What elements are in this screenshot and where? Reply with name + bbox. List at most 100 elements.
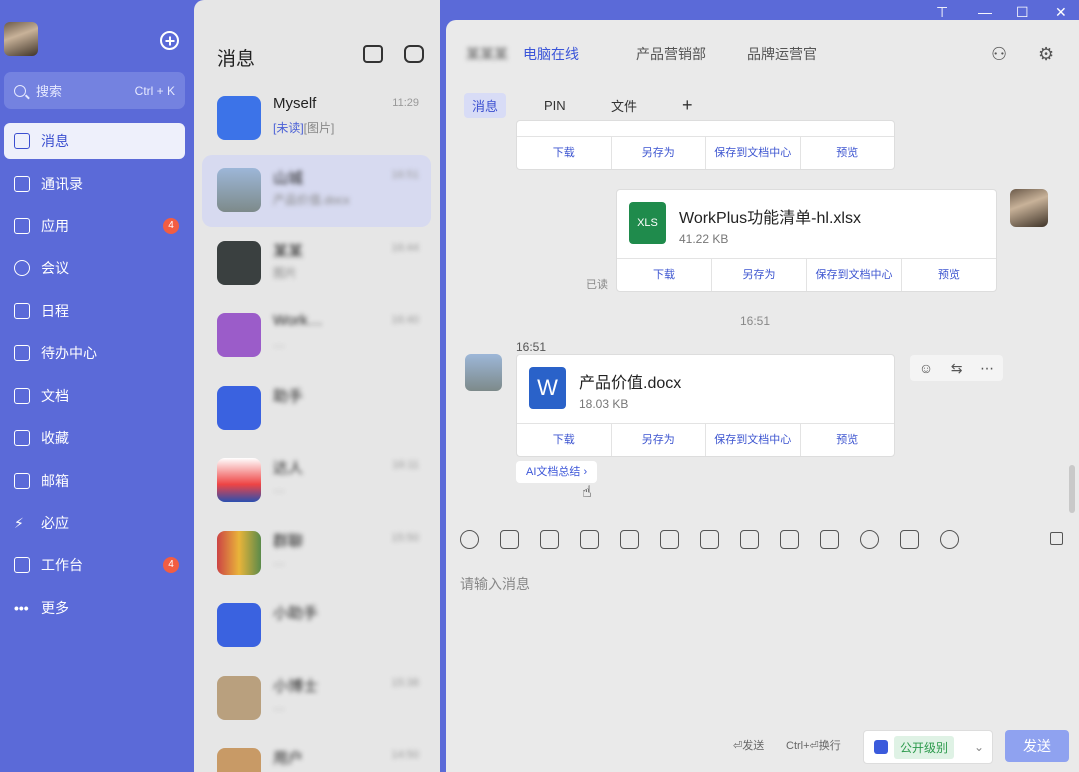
apps-icon (14, 218, 30, 234)
sidebar-item-mail[interactable]: 邮箱 (4, 463, 185, 499)
save-to-docs-button[interactable]: 保存到文档中心 (807, 259, 902, 291)
file-card-docx[interactable]: W 产品价值.docx 18.03 KB 下载 另存为 保存到文档中心 预览 (516, 354, 895, 457)
preview-button[interactable]: 预览 (801, 137, 895, 169)
conv-preview: 图片 (273, 266, 298, 280)
list-item[interactable]: 山城 16:51 产品价值.docx (202, 155, 431, 227)
list-item[interactable]: 某某 16:44 图片 (202, 228, 431, 300)
conv-name: Myself (273, 95, 317, 112)
send-button[interactable]: 发送 (1005, 730, 1069, 762)
list-item[interactable]: 小博士 15:38 … (202, 663, 431, 735)
lightning-icon[interactable] (620, 530, 639, 549)
fire-icon[interactable] (860, 530, 879, 549)
contacts-icon (14, 176, 30, 192)
user-avatar[interactable] (4, 22, 38, 56)
list-item[interactable]: Myself 11:29 [未读][图片] (202, 83, 431, 155)
list-item[interactable]: 达人 16:11 … (202, 445, 431, 517)
conv-preview: … (273, 336, 285, 350)
save-as-button[interactable]: 另存为 (612, 424, 706, 456)
maximize-icon[interactable]: ☐ (1016, 4, 1029, 21)
sidebar-item-todo[interactable]: 待办中心 (4, 335, 185, 371)
ai-summary-label: AI文档总结 (526, 466, 581, 478)
minimize-icon[interactable]: — (978, 4, 992, 20)
ai-summary-button[interactable]: AI文档总结 › (516, 461, 598, 483)
folder-icon[interactable] (540, 530, 559, 549)
sidebar-item-bing[interactable]: ⚡ 必应 (4, 505, 185, 541)
sidebar-item-more[interactable]: ••• 更多 (4, 590, 185, 626)
message-input[interactable]: 请输入消息 (460, 574, 530, 594)
sidebar-label: 待办中心 (41, 345, 97, 361)
download-button[interactable]: 下载 (517, 424, 612, 456)
list-item[interactable]: Work… 16:40 … (202, 300, 431, 372)
sidebar-item-meeting[interactable]: 会议 (4, 250, 185, 286)
save-as-button[interactable]: 另存为 (612, 137, 706, 169)
screen-share-icon[interactable] (363, 45, 383, 63)
screen-share-icon[interactable] (820, 530, 839, 549)
sidebar-item-apps[interactable]: 应用 4 (4, 208, 185, 244)
plus-icon[interactable] (160, 31, 179, 50)
avatar (217, 241, 261, 285)
pin-window-icon[interactable]: ⊤ (936, 4, 948, 21)
avatar[interactable] (1010, 189, 1048, 227)
sidebar-item-contacts[interactable]: 通讯录 (4, 166, 185, 202)
video-icon[interactable] (780, 530, 799, 549)
emoji-icon[interactable] (460, 530, 479, 549)
download-button[interactable]: 下载 (617, 259, 712, 291)
more-options-icon[interactable]: ⋯ (980, 360, 994, 377)
file-card-xlsx[interactable]: XLS WorkPlus功能清单-hl.xlsx 41.22 KB 下载 另存为… (616, 189, 997, 292)
close-icon[interactable]: ✕ (1055, 4, 1067, 21)
preview-button[interactable]: 预览 (902, 259, 996, 291)
add-tab-icon[interactable]: + (674, 93, 701, 118)
tab-pin[interactable]: PIN (536, 93, 574, 118)
settings-icon[interactable]: ⚙ (1038, 44, 1054, 65)
add-member-icon[interactable]: ⚇ (991, 44, 1007, 65)
chat-header: 某某某 电脑在线 产品营销部 品牌运营官 ⚇ ⚙ (446, 20, 1079, 90)
clock-icon[interactable] (940, 530, 959, 549)
image-icon[interactable] (580, 530, 599, 549)
forward-icon[interactable]: ⇆ (951, 360, 963, 377)
tab-messages[interactable]: 消息 (464, 93, 507, 118)
scissors-icon[interactable] (500, 530, 519, 549)
archive-icon[interactable] (700, 530, 719, 549)
sidebar-label: 更多 (41, 600, 69, 616)
avatar (217, 531, 261, 575)
avatar[interactable] (465, 354, 502, 391)
security-level-select[interactable]: 公开级别 ⌄ (863, 730, 993, 764)
save-as-button[interactable]: 另存为 (712, 259, 807, 291)
list-item[interactable]: 群聊 15:50 … (202, 518, 431, 590)
lock-icon[interactable] (900, 530, 919, 549)
conv-name: 山城 (273, 170, 304, 187)
file-name: 产品价值.docx (579, 375, 682, 392)
expand-icon[interactable] (1050, 532, 1063, 545)
tab-files[interactable]: 文件 (603, 93, 645, 118)
avatar (217, 676, 261, 720)
list-item[interactable]: 用户 14:50 (202, 735, 431, 772)
conv-preview: [未读][图片] (273, 119, 334, 136)
sidebar-item-calendar[interactable]: 日程 (4, 293, 185, 329)
save-to-docs-button[interactable]: 保存到文档中心 (706, 424, 801, 456)
calendar-icon (14, 303, 30, 319)
status-text: 电脑在线 (523, 46, 579, 62)
scrollbar[interactable] (1069, 465, 1075, 513)
file-card-previous: 下载 另存为 保存到文档中心 预览 (516, 120, 895, 170)
bot-icon[interactable] (404, 45, 424, 63)
file-actions: 下载 另存为 保存到文档中心 预览 (617, 258, 996, 291)
save-to-docs-button[interactable]: 保存到文档中心 (706, 137, 801, 169)
search-box[interactable]: 搜索 Ctrl + K (4, 72, 185, 109)
sidebar-item-docs[interactable]: 文档 (4, 378, 185, 414)
emoji-reaction-icon[interactable]: ☺ (919, 360, 933, 376)
download-button[interactable]: 下载 (517, 137, 612, 169)
shield-icon (874, 740, 888, 754)
online-status: 电脑在线 (523, 44, 579, 64)
calendar-icon[interactable] (660, 530, 679, 549)
list-item[interactable]: 助手 (202, 373, 431, 445)
sidebar-item-favorites[interactable]: 收藏 (4, 420, 185, 456)
sidebar-label: 工作台 (41, 557, 83, 573)
sidebar-item-workbench[interactable]: 工作台 4 (4, 547, 185, 583)
conv-time: 16:11 (392, 459, 419, 471)
list-item[interactable]: 小助手 (202, 590, 431, 662)
conv-name: 群聊 (273, 533, 304, 550)
conv-preview: … (273, 699, 285, 713)
preview-button[interactable]: 预览 (801, 424, 895, 456)
phone-icon[interactable] (740, 530, 759, 549)
sidebar-item-messages[interactable]: 消息 (4, 123, 185, 159)
